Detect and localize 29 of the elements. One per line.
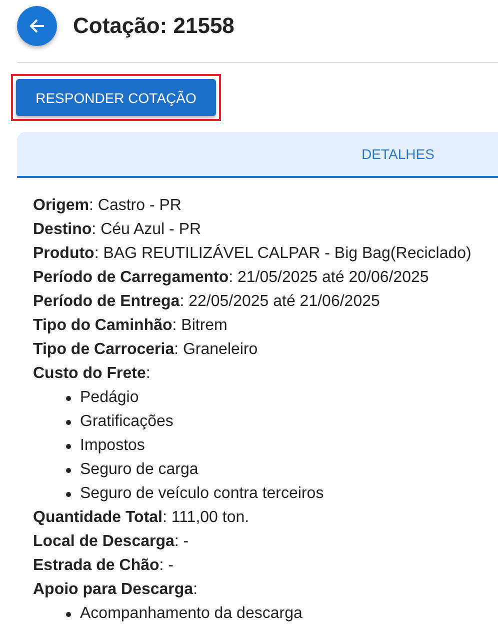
respond-button[interactable]: RESPONDER COTAÇÃO — [16, 79, 216, 116]
detail-text: Apoio para Descarga: — [33, 580, 199, 600]
bullet-icon — [66, 420, 71, 424]
bullet-icon — [66, 468, 71, 472]
bullet-icon — [66, 612, 71, 616]
list-item-text: Seguro de carga — [80, 460, 198, 480]
back-arrow-icon — [28, 17, 46, 35]
list-item-text: Seguro de veículo contra terceiros — [80, 484, 324, 504]
detail-text: Período de Entrega: 22/05/2025 até 21/06/2025 — [33, 292, 381, 312]
detail-text: Custo do Frete: — [33, 364, 152, 384]
detail-text: Tipo de Carroceria: Graneleiro — [33, 340, 259, 360]
bullet-icon — [66, 444, 71, 448]
list-item-text: Gratificações — [80, 412, 174, 432]
page-title: Cotação: 21558 — [73, 13, 234, 39]
detail-text: Quantidade Total: 111,00 ton. — [33, 508, 250, 528]
detail-text: Local de Descarga: - — [33, 532, 190, 552]
tab[interactable]: DETALHES — [298, 132, 498, 176]
bullet-icon — [66, 396, 71, 400]
list-item-text: Pedágio — [80, 388, 139, 408]
back-button[interactable] — [17, 6, 57, 46]
bullet-icon — [66, 492, 71, 496]
detail-text: Destino: Céu Azul - PR — [33, 220, 202, 240]
detail-text: Estrada de Chão: - — [33, 556, 174, 576]
list-item-text: Acompanhamento da descarga — [80, 604, 302, 624]
detail-text: Origem: Castro - PR — [33, 196, 182, 216]
list-item-text: Impostos — [80, 436, 145, 456]
detail-text: Tipo do Caminhão: Bitrem — [33, 316, 228, 336]
detail-text: Produto: BAG REUTILIZÁVEL CALPAR - Big Bag(Reciclado) — [33, 243, 472, 264]
detail-text: Período de Carregamento: 21/05/2025 até 20/06/2025 — [33, 268, 430, 288]
